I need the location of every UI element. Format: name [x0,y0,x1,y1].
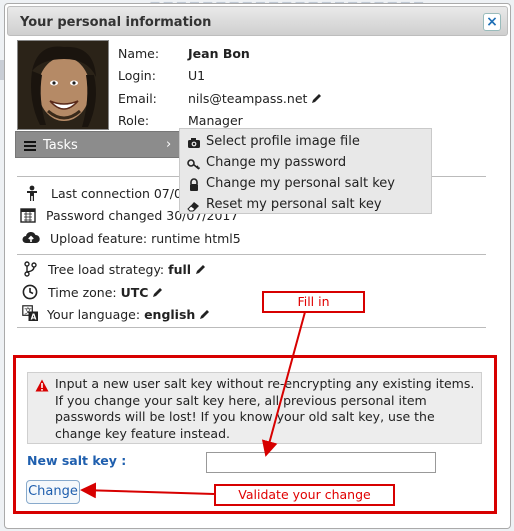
salt-key-notice-text: Input a new user salt key without re-enc… [55,376,475,441]
tree-load-label: Tree load strategy: [48,262,165,277]
timezone-value: UTC [120,285,149,300]
cloud-upload-icon [22,230,40,246]
tree-load-text: Tree load strategy: full [48,262,207,278]
fill-in-callout: Fill in [262,291,365,313]
change-button[interactable]: Change [26,480,80,504]
menu-item-label: Reset my personal salt key [206,197,382,212]
timezone-text: Time zone: UTC [48,285,164,301]
email-value-wrap: nils@teampass.net [188,91,323,107]
validate-callout: Validate your change [214,484,395,506]
login-label: Login: [118,68,156,83]
email-label: Email: [118,91,157,106]
pencil-icon[interactable] [195,263,207,278]
pencil-icon[interactable] [152,286,164,301]
hamburger-icon [24,140,36,154]
menu-item-reset-salt-key[interactable]: Reset my personal salt key [180,195,430,216]
close-button[interactable]: × [483,13,501,31]
email-value: nils@teampass.net [188,91,308,106]
dialog-title: Your personal information [20,15,212,30]
language-label: Your language: [47,307,141,322]
calendar-icon [20,207,36,223]
pencil-icon[interactable] [311,92,323,107]
role-label: Role: [118,113,150,128]
language-icon: 文A [22,305,38,321]
timezone-label: Time zone: [48,285,117,300]
menu-item-change-password[interactable]: Change my password [180,153,430,174]
salt-key-notice: Input a new user salt key without re-enc… [27,372,482,444]
tasks-menu-button[interactable]: Tasks › [15,131,183,158]
pencil-icon[interactable] [199,308,211,323]
last-connection-text: Last connection 07/04 [51,186,190,201]
new-salt-key-label: New salt key : [27,453,127,468]
menu-item-label: Change my password [206,155,347,170]
tree-load-value: full [168,262,192,277]
role-value: Manager [188,113,243,128]
branch-icon [23,261,39,277]
key-icon [187,157,201,171]
person-icon [24,185,40,201]
avatar [17,40,109,130]
camera-icon [187,136,201,150]
chevron-right-icon: › [166,137,172,152]
tasks-label: Tasks [43,138,78,153]
dialog-titlebar: Your personal information × [7,6,508,36]
svg-text:A: A [31,312,37,321]
eraser-icon [187,199,201,213]
tasks-dropdown: Select profile image file Change my pass… [179,128,432,214]
language-text: Your language: english [47,307,211,323]
new-salt-key-input[interactable] [206,452,436,473]
divider [17,254,486,255]
menu-item-label: Select profile image file [206,134,360,149]
menu-item-label: Change my personal salt key [206,176,396,191]
language-value: english [144,307,196,322]
upload-feature-text: Upload feature: runtime html5 [50,231,241,246]
menu-item-change-salt-key[interactable]: Change my personal salt key [180,174,430,195]
name-value: Jean Bon [188,46,250,61]
login-value: U1 [188,68,206,83]
warning-icon [35,379,49,395]
lock-icon [187,178,201,192]
close-icon: × [486,14,498,30]
name-label: Name: [118,46,160,61]
clock-icon [22,284,38,300]
menu-item-select-image[interactable]: Select profile image file [180,132,430,153]
divider [17,327,486,328]
